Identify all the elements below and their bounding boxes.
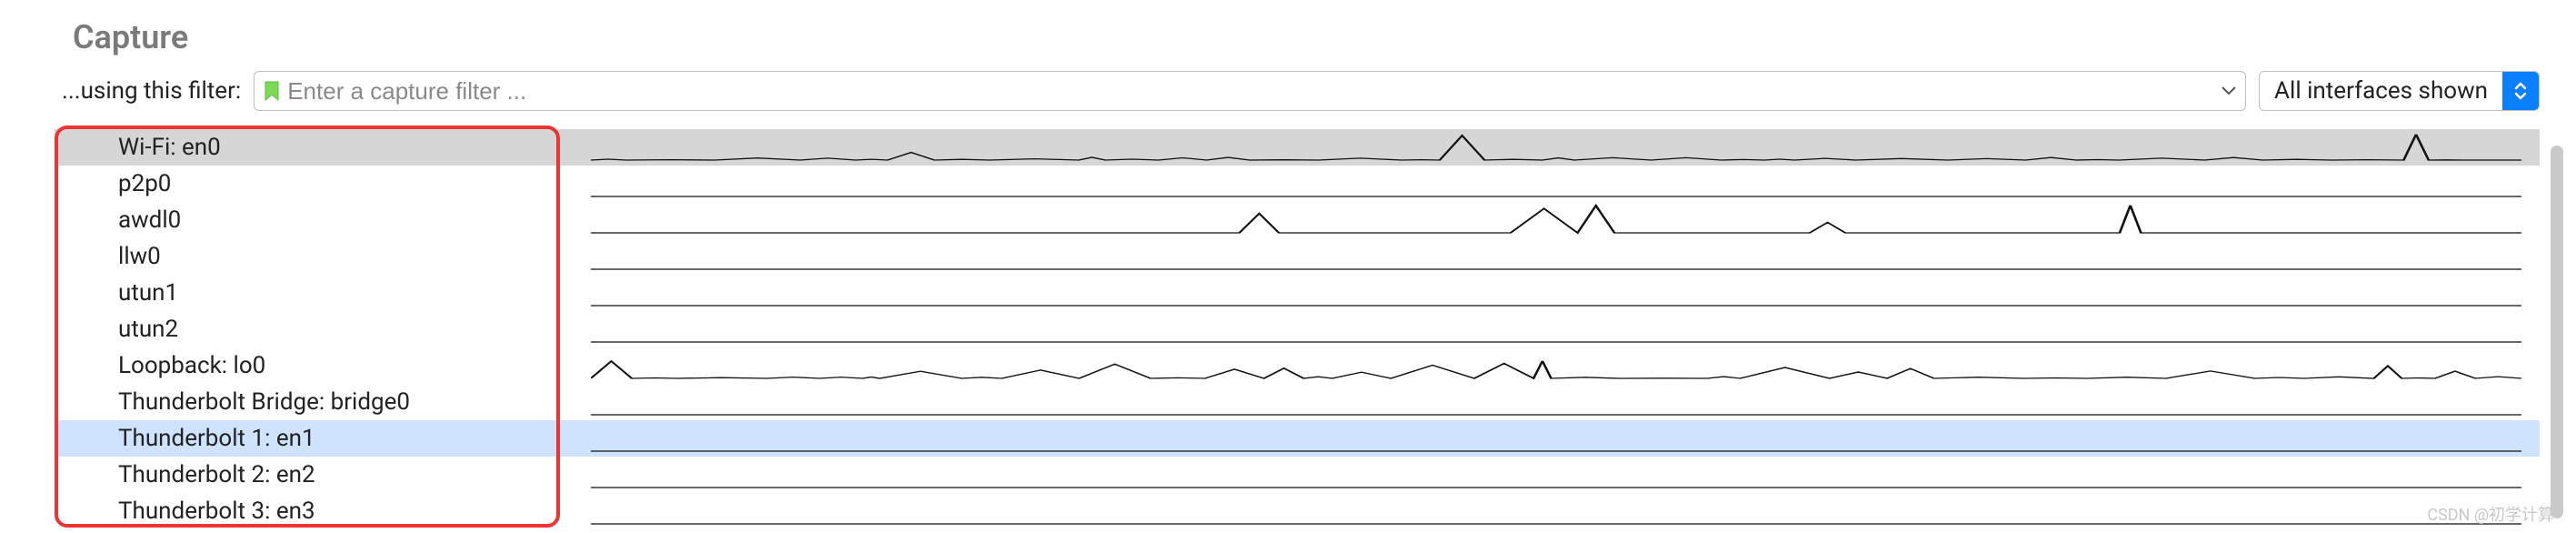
interface-sparkline <box>591 493 2521 529</box>
interface-list: Wi-Fi: en0 p2p0 awdl0 llw0 utun1 utun2 Loopbac… <box>55 129 2540 529</box>
interface-sparkline <box>591 311 2521 347</box>
interface-name: awdl0 <box>55 206 591 234</box>
interface-row[interactable]: p2p0 <box>55 166 2540 202</box>
capture-filter-field[interactable] <box>254 71 2246 111</box>
vertical-scrollbar[interactable] <box>2551 146 2563 518</box>
interface-sparkline <box>591 129 2521 166</box>
interface-row[interactable]: llw0 <box>55 238 2540 275</box>
filter-row: ...using this filter: All interfaces sho… <box>0 71 2576 126</box>
interface-sparkline <box>591 166 2521 202</box>
interface-sparkline <box>591 347 2521 384</box>
interface-sparkline <box>591 457 2521 493</box>
interface-name: Thunderbolt 2: en2 <box>55 461 591 488</box>
interface-row[interactable]: utun2 <box>55 311 2540 347</box>
capture-section-title: Capture <box>0 0 2576 71</box>
interface-row[interactable]: Wi-Fi: en0 <box>55 129 2540 166</box>
interface-row[interactable]: Thunderbolt 2: en2 <box>55 457 2540 493</box>
interface-row[interactable]: awdl0 <box>55 202 2540 238</box>
interface-sparkline <box>591 238 2521 275</box>
interface-sparkline <box>591 202 2521 238</box>
interface-name: utun2 <box>55 316 591 343</box>
interface-name: Wi-Fi: en0 <box>55 134 591 161</box>
interface-row[interactable]: Thunderbolt 1: en1 <box>55 420 2540 457</box>
interface-name: llw0 <box>55 243 591 270</box>
capture-filter-input[interactable] <box>287 72 2218 110</box>
bookmark-icon[interactable] <box>264 80 280 102</box>
interface-name: Thunderbolt 1: en1 <box>55 425 591 452</box>
interfaces-shown-dropdown-button[interactable] <box>2502 71 2539 111</box>
interfaces-shown-select[interactable]: All interfaces shown <box>2259 71 2540 111</box>
interface-row[interactable]: utun1 <box>55 275 2540 311</box>
filter-label: ...using this filter: <box>62 77 241 105</box>
interface-row[interactable]: Loopback: lo0 <box>55 347 2540 384</box>
interface-sparkline <box>591 384 2521 420</box>
interface-name: p2p0 <box>55 170 591 197</box>
interfaces-shown-label: All interfaces shown <box>2260 77 2502 105</box>
filter-dropdown-button[interactable] <box>2218 77 2240 105</box>
interface-name: Thunderbolt Bridge: bridge0 <box>55 388 591 416</box>
interface-sparkline <box>591 275 2521 311</box>
interface-row[interactable]: Thunderbolt 3: en3 <box>55 493 2540 529</box>
interface-sparkline <box>591 420 2521 457</box>
interface-name: Loopback: lo0 <box>55 352 591 379</box>
interface-name: Thunderbolt 3: en3 <box>55 498 591 525</box>
watermark: CSDN @初学计算 <box>2427 502 2554 526</box>
interface-row[interactable]: Thunderbolt Bridge: bridge0 <box>55 384 2540 420</box>
interface-name: utun1 <box>55 279 591 307</box>
